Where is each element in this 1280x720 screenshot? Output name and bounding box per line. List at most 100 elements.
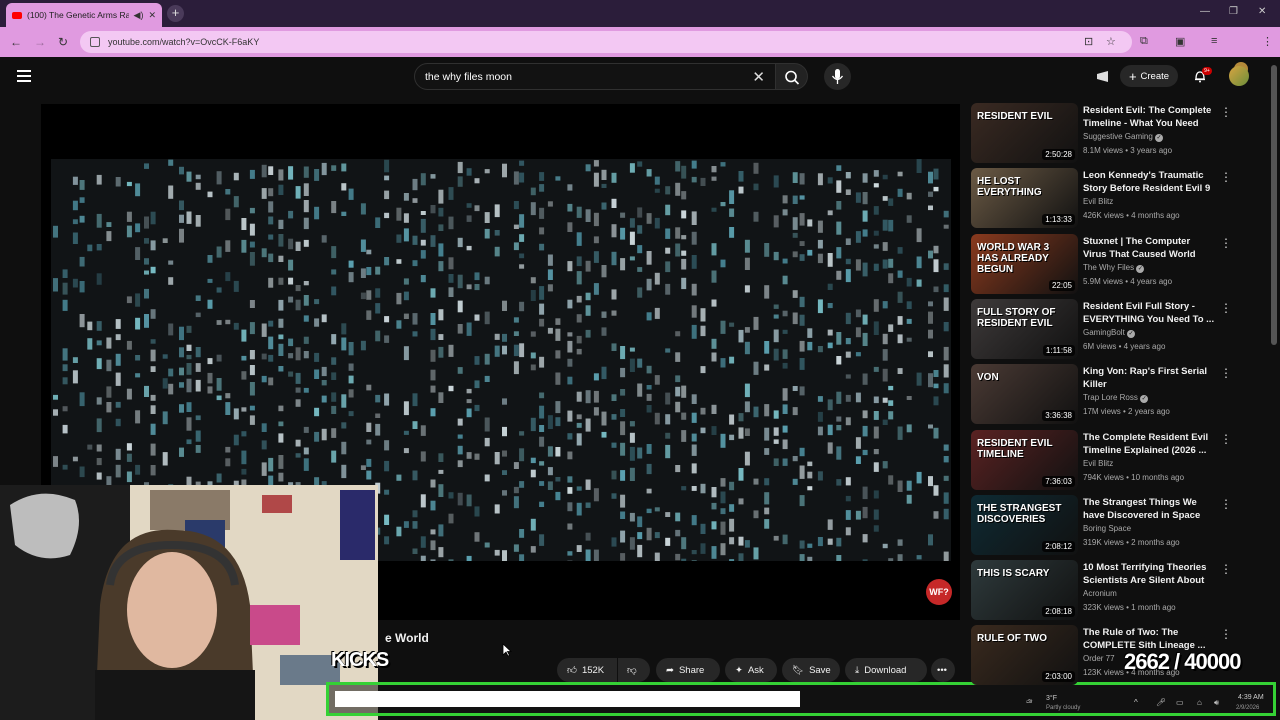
reload-icon[interactable]: ↻: [58, 35, 68, 49]
dna-band: [916, 372, 922, 386]
tab-audio-icon[interactable]: ◀): [134, 10, 144, 21]
video-title-link[interactable]: Leon Kennedy's Traumatic Story Before Re…: [1083, 169, 1215, 195]
search-button[interactable]: [776, 63, 808, 90]
recommendation-item[interactable]: RULE OF TWO 2:03:00 The Rule of Two: The C…: [971, 625, 1232, 686]
reading-list-icon[interactable]: ≡: [1211, 35, 1217, 47]
hamburger-menu-icon[interactable]: [17, 70, 31, 82]
dislike-button[interactable]: 👎︎: [618, 658, 650, 682]
channel-name-text: Evil Blitz: [1083, 197, 1114, 207]
dna-band: [457, 492, 463, 506]
more-options-icon[interactable]: ⋮: [1220, 627, 1232, 641]
tray-monitor-icon[interactable]: ▭: [1176, 698, 1184, 707]
recommendation-item[interactable]: VON 3:36:38 King Von: Rap's First Serial K…: [971, 364, 1232, 425]
youtube-account-avatar[interactable]: [1229, 66, 1249, 86]
dna-band: [943, 364, 949, 378]
dna-band: [321, 380, 327, 386]
channel-name[interactable]: Suggestive Gaming ✓: [1083, 132, 1164, 142]
create-button[interactable]: + Create: [1120, 65, 1178, 87]
recommendation-item[interactable]: FULL STORY OF RESIDENT EVIL 1:11:58 Reside…: [971, 298, 1232, 360]
page-scrollbar[interactable]: [1271, 65, 1277, 345]
tray-volume-icon[interactable]: 🔊︎: [1214, 698, 1219, 708]
channel-name[interactable]: Boring Space: [1083, 524, 1131, 533]
like-button[interactable]: 👍︎ 152K: [557, 658, 617, 682]
browser-menu-icon[interactable]: ⋮: [1262, 35, 1273, 48]
recommendation-item[interactable]: THIS IS SCARY 2:08:18 10 Most Terrifying T…: [971, 560, 1232, 621]
search-input[interactable]: the why files moon ✕: [414, 63, 776, 90]
cast-icon[interactable]: [1095, 69, 1110, 84]
more-options-icon[interactable]: ⋮: [1220, 236, 1232, 250]
forward-icon[interactable]: →: [34, 35, 46, 49]
more-options-icon[interactable]: ⋮: [1220, 105, 1232, 119]
tray-mic-icon[interactable]: 🎤︎: [1156, 698, 1166, 707]
video-thumbnail[interactable]: WORLD WAR 3 HAS ALREADY BEGUN 22:05: [971, 233, 1078, 294]
more-options-icon[interactable]: ⋮: [1220, 432, 1232, 446]
channel-name[interactable]: Acronium: [1083, 589, 1117, 598]
video-title-link[interactable]: The Rule of Two: The COMPLETE Sith Linea…: [1083, 626, 1215, 652]
sidebar-panel-icon[interactable]: ▣: [1175, 35, 1185, 48]
video-duration: 1:11:58: [1042, 344, 1075, 356]
channel-name[interactable]: GamingBolt ✓: [1083, 328, 1136, 338]
video-thumbnail[interactable]: HE LOST EVERYTHING 1:13:33: [971, 168, 1078, 229]
channel-name[interactable]: Trap Lore Ross ✓: [1083, 393, 1149, 404]
new-tab-button[interactable]: +: [167, 5, 184, 22]
dna-band: [611, 414, 617, 420]
recommendation-item[interactable]: THE STRANGEST DISCOVERIES 2:08:12 The Stra…: [971, 494, 1232, 556]
dna-band: [576, 422, 582, 428]
video-title-link[interactable]: Resident Evil Full Story - EVERYTHING Yo…: [1083, 300, 1215, 326]
video-thumbnail[interactable]: THIS IS SCARY 2:08:18: [971, 560, 1078, 621]
video-thumbnail[interactable]: VON 3:36:38: [971, 364, 1078, 425]
extensions-icon[interactable]: ⧉: [1140, 35, 1148, 48]
recommendation-item[interactable]: WORLD WAR 3 HAS ALREADY BEGUN 22:05 Stuxne…: [971, 233, 1232, 295]
more-options-icon[interactable]: ⋮: [1220, 366, 1232, 380]
maximize-icon[interactable]: ❐: [1229, 6, 1238, 17]
video-title-link[interactable]: Stuxnet | The Computer Virus That Caused…: [1083, 235, 1215, 261]
install-app-icon[interactable]: ⊡: [1084, 35, 1093, 48]
more-options-icon[interactable]: ⋮: [1220, 562, 1232, 576]
video-title-link[interactable]: The Strangest Things We have Discovered …: [1083, 496, 1215, 522]
recommendation-item[interactable]: RESIDENT EVIL 2:50:28 Resident Evil: The C…: [971, 103, 1232, 164]
download-button[interactable]: ⤓ Download: [845, 658, 927, 682]
recommendation-item[interactable]: RESIDENT EVIL TIMELINE 7:36:03 The Complet…: [971, 429, 1232, 491]
video-thumbnail[interactable]: RULE OF TWO 2:03:00: [971, 625, 1078, 686]
more-options-icon[interactable]: ⋮: [1220, 170, 1232, 184]
video-thumbnail[interactable]: RESIDENT EVIL TIMELINE 7:36:03: [971, 429, 1078, 490]
video-title-link[interactable]: 10 Most Terrifying Theories Scientists A…: [1083, 561, 1215, 587]
more-actions-button[interactable]: •••: [931, 658, 955, 682]
dna-band: [744, 401, 750, 413]
video-title-link[interactable]: The Complete Resident Evil Timeline Expl…: [1083, 431, 1215, 457]
channel-name[interactable]: Evil Blitz: [1083, 459, 1113, 468]
channel-name[interactable]: Evil Blitz: [1083, 197, 1113, 206]
share-button[interactable]: ➦ Share: [656, 658, 720, 682]
voice-search-button[interactable]: [824, 63, 851, 90]
weather-icon[interactable]: ⛅︎: [1026, 698, 1032, 708]
dna-band: [585, 260, 591, 272]
video-title-link[interactable]: King Von: Rap's First Serial Killer: [1083, 365, 1215, 391]
bookmark-star-icon[interactable]: ☆: [1106, 35, 1116, 48]
video-title-link[interactable]: Resident Evil: The Complete Timeline - W…: [1083, 104, 1215, 130]
channel-name[interactable]: The Why Files ✓: [1083, 263, 1145, 273]
browser-tab-youtube[interactable]: (100) The Genetic Arms Race ◀) ✕: [6, 3, 162, 27]
ask-button[interactable]: ✦ Ask: [725, 658, 777, 682]
more-options-icon[interactable]: ⋮: [1220, 301, 1232, 315]
back-icon[interactable]: ←: [10, 35, 22, 49]
tray-network-icon[interactable]: ⌂: [1197, 698, 1202, 707]
clear-search-icon[interactable]: ✕: [752, 68, 765, 86]
address-bar[interactable]: youtube.com/watch?v=OvcCK-F6aKY: [80, 31, 1132, 53]
dna-band: [585, 292, 591, 301]
dna-band: [530, 277, 536, 284]
video-thumbnail[interactable]: FULL STORY OF RESIDENT EVIL 1:11:58: [971, 298, 1078, 359]
recommendation-item[interactable]: HE LOST EVERYTHING 1:13:33 Leon Kennedy's …: [971, 168, 1232, 229]
channel-name[interactable]: Order 77: [1083, 654, 1115, 663]
video-thumbnail[interactable]: THE STRANGEST DISCOVERIES 2:08:12: [971, 494, 1078, 555]
tray-chevron-icon[interactable]: ^: [1134, 698, 1138, 707]
dna-band: [711, 270, 717, 283]
save-button[interactable]: 🔖︎ Save: [782, 658, 840, 682]
video-thumbnail[interactable]: RESIDENT EVIL 2:50:28: [971, 103, 1078, 163]
more-options-icon[interactable]: ⋮: [1220, 497, 1232, 511]
window-close-icon[interactable]: ✕: [1258, 6, 1266, 17]
site-info-icon[interactable]: [90, 37, 100, 47]
minimize-icon[interactable]: —: [1200, 6, 1210, 17]
tab-close-icon[interactable]: ✕: [148, 10, 156, 21]
dna-band: [601, 311, 607, 318]
dna-band: [278, 169, 284, 181]
